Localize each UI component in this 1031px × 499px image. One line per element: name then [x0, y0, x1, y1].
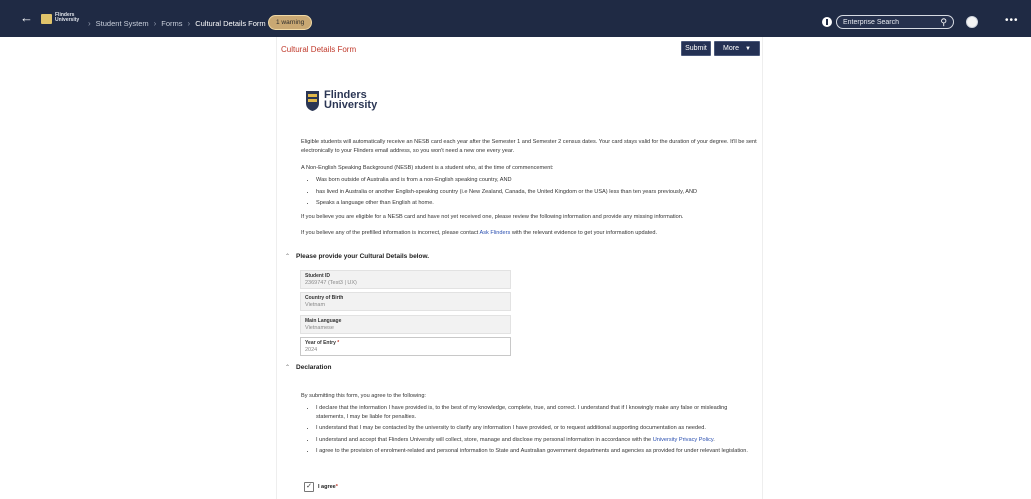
list-item: I understand that I may be contacted by …: [316, 424, 757, 433]
warning-badge[interactable]: 1 warning: [268, 15, 313, 30]
list-item: Speaks a language other than English at …: [316, 199, 757, 208]
more-button[interactable]: More ▼: [714, 41, 760, 56]
intro-paragraph: Eligible students will automatically rec…: [301, 139, 757, 154]
main-language-field: Main Language Vietnamese: [300, 315, 511, 334]
list-item: I declare that the information I have pr…: [316, 404, 757, 421]
field-value: Vietnam: [305, 302, 326, 308]
field-value: Vietnamese: [305, 325, 334, 331]
chevron-down-icon: ▼: [745, 46, 751, 52]
field-value: 2369747 (Test3 | UX): [305, 280, 357, 286]
agree-label-text: I agree: [318, 484, 336, 490]
search-icon[interactable]: ⚲: [940, 17, 947, 27]
avatar[interactable]: [966, 16, 978, 28]
section-cultural-title: Please provide your Cultural Details bel…: [296, 253, 430, 260]
accessibility-icon[interactable]: [822, 17, 832, 27]
nesb-definition: A Non-English Speaking Background (NESB)…: [301, 165, 554, 171]
privacy-policy-link[interactable]: University Privacy Policy: [653, 437, 714, 443]
agree-checkbox-row[interactable]: ✓ I agree*: [304, 482, 338, 492]
declaration-privacy-text: I understand and accept that Flinders Un…: [316, 436, 653, 443]
declaration-intro: By submitting this form, you agree to th…: [301, 393, 426, 399]
nesb-criteria-list: Was born outside of Australia and is fro…: [301, 176, 757, 211]
university-logo-text: Flinders University: [55, 13, 79, 23]
eligibility-note: If you believe you are eligible for a NE…: [301, 214, 684, 220]
declaration-list: I declare that the information I have pr…: [301, 404, 757, 459]
incorrect-info-note: If you believe any of the prefilled info…: [301, 229, 757, 238]
arrow-left-icon[interactable]: ←: [20, 11, 33, 25]
student-id-field: Student ID 2369747 (Test3 | UX): [300, 270, 511, 289]
incorrect-note-prefix: If you believe any of the prefilled info…: [301, 230, 480, 236]
university-shield-icon: [306, 91, 319, 111]
declaration-privacy-suffix: .: [713, 436, 715, 443]
top-navigation-bar: ← Flinders University › Student System ›…: [0, 0, 1031, 37]
breadcrumb-separator: ›: [88, 19, 91, 28]
list-item: Was born outside of Australia and is fro…: [316, 176, 757, 185]
year-of-entry-field[interactable]: Year of Entry * 2024: [300, 337, 511, 356]
university-name-line2: University: [324, 99, 378, 111]
list-item: I understand and accept that Flinders Un…: [316, 436, 757, 445]
list-item: has lived in Australia or another Englis…: [316, 188, 757, 197]
agree-checkbox[interactable]: ✓: [304, 482, 314, 492]
section-declaration[interactable]: ⌃ Declaration: [285, 364, 331, 371]
agree-label[interactable]: I agree*: [318, 484, 338, 490]
form-page: Cultural Details Form Submit More ▼ Flind…: [277, 37, 762, 499]
country-of-birth-field: Country of Birth Vietnam: [300, 292, 511, 311]
breadcrumb: › Student System › Forms › Cultural Deta…: [88, 19, 266, 28]
breadcrumb-separator: ›: [153, 19, 157, 28]
breadcrumb-current: Cultural Details Form: [195, 19, 266, 28]
breadcrumb-separator: ›: [187, 19, 191, 28]
submit-button[interactable]: Submit: [681, 41, 711, 56]
chevron-up-icon[interactable]: ⌃: [285, 364, 290, 371]
search-input[interactable]: [843, 17, 933, 27]
section-declaration-title: Declaration: [296, 364, 332, 371]
breadcrumb-student-system[interactable]: Student System: [96, 19, 149, 28]
chevron-up-icon[interactable]: ⌃: [285, 253, 290, 260]
page-title: Cultural Details Form: [281, 45, 357, 54]
university-logo-icon[interactable]: [41, 14, 52, 24]
enterprise-search[interactable]: ⚲: [836, 15, 954, 29]
list-item: I agree to the provision of enrolment-re…: [316, 447, 757, 456]
university-name: Flinders University: [324, 90, 378, 111]
section-cultural-details[interactable]: ⌃ Please provide your Cultural Details be…: [285, 253, 429, 260]
incorrect-note-suffix: with the relevant evidence to get your i…: [510, 230, 658, 236]
logo-text-line2: University: [55, 17, 80, 23]
required-marker: *: [335, 484, 338, 490]
breadcrumb-forms[interactable]: Forms: [161, 19, 182, 28]
required-marker: *: [337, 340, 340, 346]
ask-flinders-link[interactable]: Ask Flinders: [479, 230, 510, 236]
more-options-icon[interactable]: •••: [1005, 16, 1019, 26]
field-value[interactable]: 2024: [305, 346, 506, 354]
more-button-label: More: [723, 45, 739, 52]
